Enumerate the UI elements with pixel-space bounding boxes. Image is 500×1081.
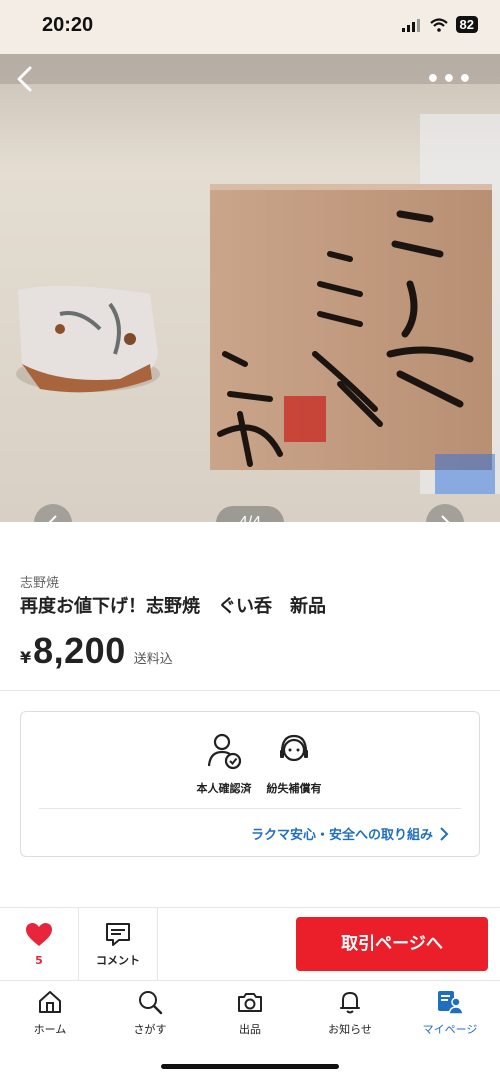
- price-value: 8,200: [33, 630, 126, 671]
- next-image-button[interactable]: [426, 504, 464, 522]
- signal-icon: [401, 18, 420, 32]
- home-icon: [39, 991, 61, 1013]
- tab-mypage[interactable]: マイページ: [400, 989, 500, 1037]
- card-divider: [39, 808, 461, 809]
- status-bar: 20:20 82: [0, 0, 500, 54]
- comment-label: コメント: [96, 954, 140, 967]
- shipping-label: 送料込: [133, 652, 173, 667]
- product-image: [0, 54, 500, 522]
- tab-label: マイページ: [422, 1023, 478, 1036]
- trade-page-button[interactable]: 取引ページへ: [296, 917, 488, 971]
- home-indicator: [161, 1064, 339, 1069]
- tab-label: さがす: [133, 1023, 167, 1036]
- image-counter: 4/4: [216, 506, 284, 522]
- tab-label: 出品: [239, 1023, 261, 1036]
- tab-home[interactable]: ホーム: [0, 989, 100, 1037]
- tab-label: お知らせ: [328, 1023, 372, 1036]
- previous-image-button[interactable]: [34, 504, 72, 522]
- tab-sell[interactable]: 出品: [200, 989, 300, 1037]
- feature-loss-compensation: 紛失補償有: [249, 730, 339, 796]
- search-icon: [139, 991, 163, 1015]
- identity-verified-icon: [207, 733, 242, 770]
- chevron-right-icon: [441, 515, 450, 522]
- safety-info-link[interactable]: ラクマ安心・安全への取り組み: [251, 824, 449, 843]
- item-price: ¥ 8,200 送料込: [20, 630, 173, 672]
- more-options-icon[interactable]: •••: [426, 69, 474, 91]
- battery-icon: 82: [455, 16, 478, 33]
- product-photo[interactable]: ••• 4/4: [0, 54, 500, 522]
- back-icon[interactable]: [10, 64, 40, 94]
- action-bar: 5 コメント 取引ページへ: [0, 907, 500, 980]
- feature-label: 紛失補償有: [266, 782, 322, 795]
- item-category[interactable]: 志野焼: [20, 572, 59, 591]
- tab-label: ホーム: [33, 1023, 67, 1036]
- chevron-left-icon: [48, 515, 57, 522]
- wifi-icon: [429, 17, 448, 32]
- tab-notifications[interactable]: お知らせ: [300, 989, 400, 1037]
- camera-icon: [238, 993, 262, 1012]
- heart-icon: [26, 923, 52, 946]
- like-count: 5: [35, 954, 43, 967]
- like-button[interactable]: 5: [0, 908, 79, 980]
- chevron-right-icon: [440, 826, 449, 841]
- item-title: 再度お値下げ！志野焼 ぐい呑 新品: [20, 596, 326, 617]
- support-headset-icon: [280, 734, 308, 762]
- safety-link-label: ラクマ安心・安全への取り組み: [250, 828, 433, 843]
- mypage-icon: [438, 991, 464, 1015]
- status-icons: 82: [401, 16, 478, 33]
- divider: [0, 690, 500, 691]
- trust-card: 本人確認済 紛失補償有 ラクマ安心・安全への取り組み: [20, 711, 480, 857]
- comment-button[interactable]: コメント: [79, 908, 158, 980]
- status-time: 20:20: [42, 14, 94, 36]
- price-currency: ¥: [20, 648, 32, 667]
- tab-search[interactable]: さがす: [100, 989, 200, 1037]
- bell-icon: [340, 992, 360, 1014]
- comment-icon: [106, 923, 130, 946]
